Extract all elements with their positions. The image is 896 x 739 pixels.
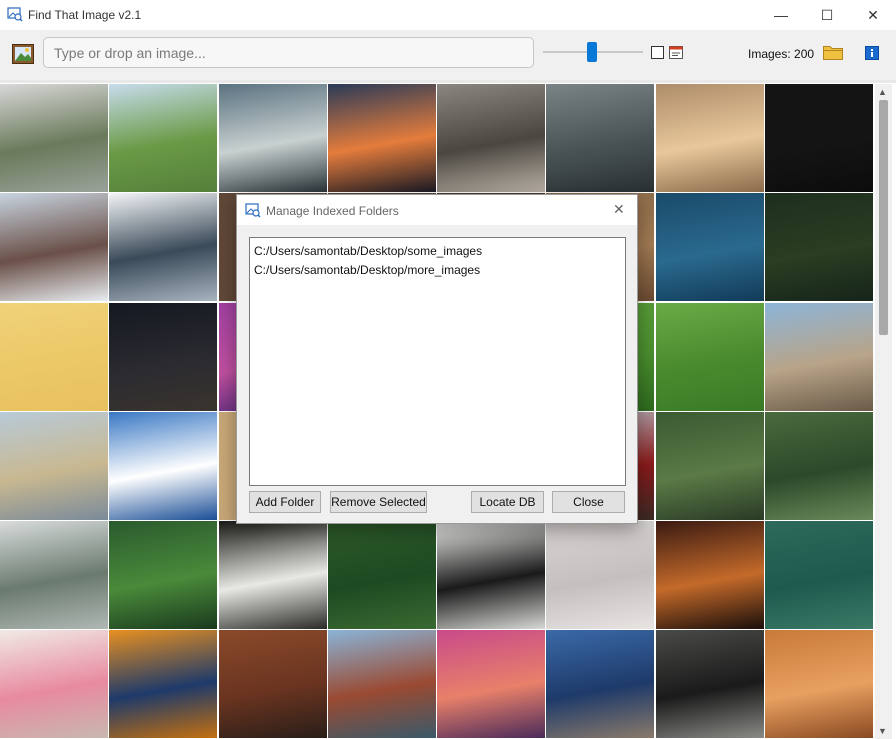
app-icon (7, 6, 23, 25)
toolbar: Images: 200 (0, 30, 896, 80)
add-folder-button[interactable]: Add Folder (249, 491, 321, 513)
thumbnail-size-slider[interactable] (543, 42, 643, 62)
toolbar-separator (0, 80, 896, 83)
app-icon (245, 202, 261, 221)
folder-list-item[interactable]: C:/Users/samontab/Desktop/more_images (254, 261, 621, 280)
tile-pier-lake[interactable] (546, 630, 654, 738)
tile-rocky-sea[interactable] (328, 630, 436, 738)
tile-water-drop[interactable] (546, 521, 654, 629)
dialog-title-bar: Manage Indexed Folders ✕ (237, 195, 637, 225)
dialog-title: Manage Indexed Folders (266, 204, 399, 218)
tile-sunset-sky[interactable] (328, 84, 436, 192)
search-input[interactable] (43, 37, 534, 68)
image-picker-button[interactable] (12, 44, 34, 64)
remove-selected-button[interactable]: Remove Selected (330, 491, 427, 513)
minimize-button[interactable]: — (758, 0, 804, 30)
tile-peony[interactable] (0, 630, 108, 738)
calendar-icon[interactable] (669, 46, 683, 62)
title-bar: Find That Image v2.1 — ☐ ✕ (0, 0, 896, 30)
tile-pink-lotus[interactable] (765, 521, 873, 629)
tile-plant-window[interactable] (0, 84, 108, 192)
tile-skyscraper[interactable] (109, 193, 217, 301)
tile-water-ripples[interactable] (656, 193, 764, 301)
tile-sailboats[interactable] (437, 630, 545, 738)
tile-orange-tree[interactable] (765, 193, 873, 301)
scroll-down-icon[interactable]: ▼ (878, 726, 887, 736)
tile-ocean-waves[interactable] (219, 84, 327, 192)
tile-old-window[interactable] (219, 630, 327, 738)
tile-green-valley[interactable] (656, 412, 764, 520)
slider-handle[interactable] (587, 42, 597, 62)
maximize-button[interactable]: ☐ (804, 0, 850, 30)
tile-yellow-wall[interactable] (0, 303, 108, 411)
tile-driftwood[interactable] (437, 84, 545, 192)
close-window-button[interactable]: ✕ (850, 0, 896, 30)
tile-moon[interactable] (765, 84, 873, 192)
folder-icon[interactable] (823, 44, 843, 63)
tile-hooded-man[interactable] (656, 521, 764, 629)
folder-list-item[interactable]: C:/Users/samontab/Desktop/some_images (254, 242, 621, 261)
dialog-close-button[interactable]: Close (552, 491, 625, 513)
tile-puppy[interactable] (656, 84, 764, 192)
tile-autumn-tree[interactable] (109, 630, 217, 738)
tile-waterfall[interactable] (765, 412, 873, 520)
filter-checkbox[interactable] (651, 46, 664, 59)
tile-climber-peak[interactable] (109, 412, 217, 520)
tile-foggy-coast[interactable] (0, 521, 108, 629)
tile-leaf-drops-2[interactable] (656, 303, 764, 411)
vertical-scrollbar[interactable]: ▲ ▼ (875, 84, 892, 739)
images-count: Images: 200 (748, 47, 815, 61)
tile-hiker-mountain[interactable] (109, 84, 217, 192)
tile-night-arch[interactable] (109, 303, 217, 411)
tile-lake-reeds[interactable] (0, 412, 108, 520)
scroll-up-icon[interactable]: ▲ (878, 87, 887, 97)
tile-palm-leaves[interactable] (328, 521, 436, 629)
info-icon[interactable] (865, 46, 879, 63)
tile-llama[interactable] (219, 521, 327, 629)
tile-surfer[interactable] (656, 630, 764, 738)
scrollbar-thumb[interactable] (879, 100, 888, 335)
tile-valley-view[interactable] (765, 303, 873, 411)
folder-list[interactable]: C:/Users/samontab/Desktop/some_images C:… (249, 237, 626, 486)
tile-fern-hand[interactable] (109, 521, 217, 629)
tile-cloud-mountain[interactable] (0, 193, 108, 301)
tile-rain-glass[interactable] (546, 84, 654, 192)
tile-shadow-dancer[interactable] (437, 521, 545, 629)
manage-folders-dialog: Manage Indexed Folders ✕ C:/Users/samont… (236, 194, 638, 524)
locate-db-button[interactable]: Locate DB (471, 491, 544, 513)
tile-golden-dog[interactable] (765, 630, 873, 738)
dialog-close-icon[interactable]: ✕ (613, 201, 625, 218)
window-title: Find That Image v2.1 (28, 8, 142, 22)
